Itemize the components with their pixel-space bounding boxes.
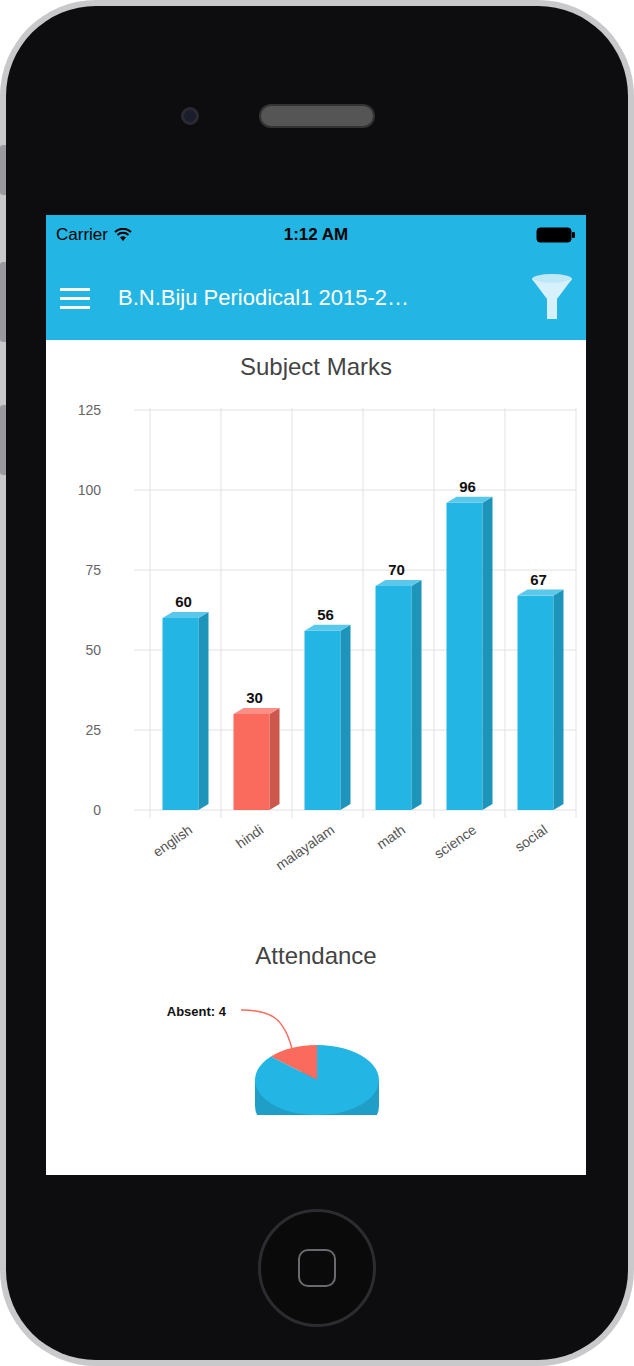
grid-line xyxy=(292,408,293,818)
screen: Carrier 1:12 AM B.N.Biju Periodical1 201… xyxy=(46,215,586,1175)
axis-tick: 100 xyxy=(78,482,102,498)
slice-label: Absent: 4 xyxy=(167,1004,227,1019)
side-button[interactable] xyxy=(0,405,6,475)
grid-line xyxy=(134,410,576,411)
home-button[interactable] xyxy=(258,1209,376,1327)
camera-icon xyxy=(181,107,199,125)
category-label: social xyxy=(512,821,551,855)
grid-line xyxy=(134,490,576,491)
grid-line xyxy=(150,408,151,818)
value-label: 60 xyxy=(175,593,192,610)
page-title: B.N.Biju Periodical1 2015-2… xyxy=(118,281,504,314)
grid-line xyxy=(134,810,576,811)
bar-chart: Subject Marks 0 25 50 75 100 125 60 english 30 hin… xyxy=(46,340,586,930)
value-label: 70 xyxy=(388,561,405,578)
grid-line xyxy=(505,408,506,818)
menu-icon[interactable] xyxy=(60,286,92,310)
clock: 1:12 AM xyxy=(284,222,349,248)
filter-icon[interactable] xyxy=(530,273,574,323)
side-button[interactable] xyxy=(0,262,6,342)
chart-title: Attendance xyxy=(255,942,376,969)
grid-line xyxy=(576,408,577,818)
value-label: 67 xyxy=(530,571,547,588)
axis-tick: 125 xyxy=(78,402,102,418)
status-bar: Carrier 1:12 AM xyxy=(46,215,586,255)
axis-tick: 0 xyxy=(93,802,101,818)
phone: Carrier 1:12 AM B.N.Biju Periodical1 201… xyxy=(0,0,634,1366)
bar[interactable] xyxy=(305,625,351,810)
speaker-icon xyxy=(259,104,375,128)
grid-line xyxy=(134,570,576,571)
grid-line xyxy=(363,408,364,818)
side-button[interactable] xyxy=(0,145,6,195)
bar[interactable] xyxy=(447,497,493,810)
bar[interactable] xyxy=(163,612,209,810)
axis-tick: 25 xyxy=(85,722,101,738)
category-label: science xyxy=(431,821,479,861)
value-label: 96 xyxy=(459,478,476,495)
grid-line xyxy=(434,408,435,818)
category-label: hindi xyxy=(233,821,266,851)
value-label: 56 xyxy=(317,606,334,623)
axis-tick: 50 xyxy=(85,642,101,658)
bar[interactable] xyxy=(518,590,564,810)
label-connector xyxy=(241,1010,292,1048)
bar[interactable] xyxy=(234,708,280,810)
category-label: english xyxy=(150,821,196,860)
chart-title: Subject Marks xyxy=(240,353,392,380)
value-label: 30 xyxy=(246,689,263,706)
carrier: Carrier xyxy=(56,222,108,248)
pie-chart: Attendance Absent: 4 xyxy=(46,930,586,1115)
wifi-icon xyxy=(114,228,132,242)
grid-line xyxy=(221,408,222,818)
battery-icon xyxy=(536,227,576,243)
bar[interactable] xyxy=(376,580,422,810)
nav-bar: B.N.Biju Periodical1 2015-2… xyxy=(46,255,586,340)
axis-tick: 75 xyxy=(85,562,101,578)
category-label: malayalam xyxy=(273,821,338,873)
category-label: math xyxy=(374,821,409,852)
pie-slice[interactable] xyxy=(255,1045,379,1115)
